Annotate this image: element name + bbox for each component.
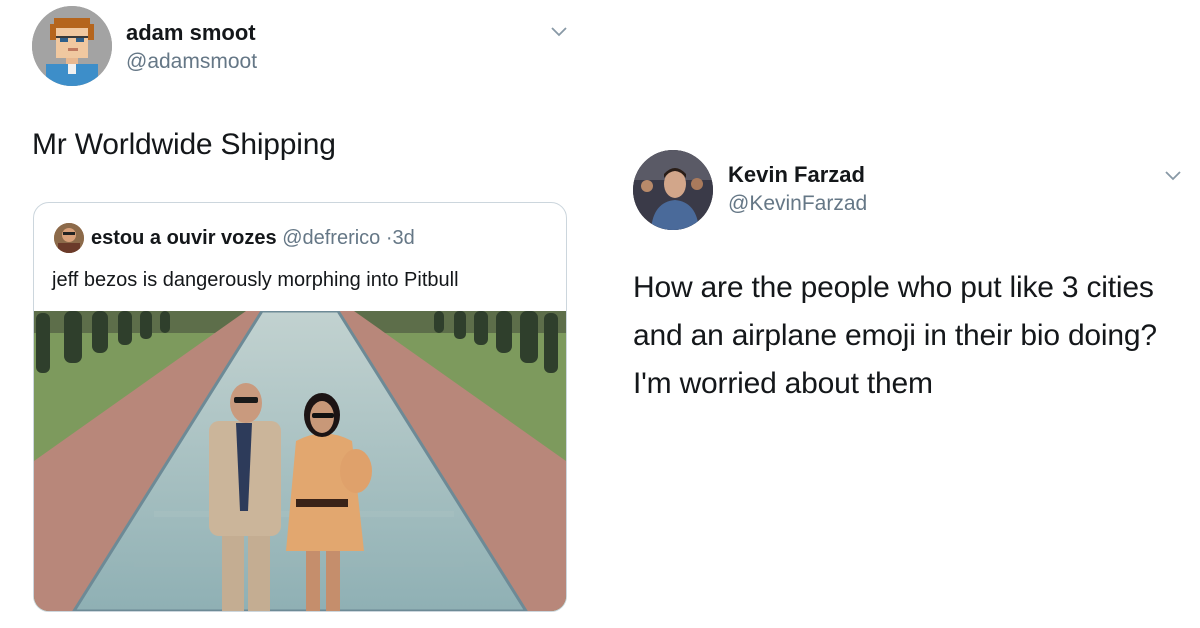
- tweet-text: How are the people who put like 3 cities…: [633, 271, 1157, 400]
- profile-photo-image: [633, 150, 713, 230]
- tweet-text: Mr Worldwide Shipping: [32, 128, 336, 161]
- quoted-tweet-text: jeff bezos is dangerously morphing into …: [52, 269, 459, 291]
- time-separator: ·: [385, 227, 393, 249]
- tweet-screenshot-canvas: adam smoot @adamsmoot Mr Worldwide Shipp…: [0, 0, 1200, 628]
- quoted-tweet-photo[interactable]: [34, 311, 566, 611]
- quoted-tweet[interactable]: estou a ouvir vozes @defrerico ·3d jeff …: [33, 202, 567, 612]
- author-handle[interactable]: @KevinFarzad: [728, 192, 867, 216]
- chevron-down-icon[interactable]: [548, 20, 570, 42]
- author-name[interactable]: Kevin Farzad: [728, 162, 865, 188]
- avatar[interactable]: [32, 6, 112, 86]
- quoted-author-name[interactable]: estou a ouvir vozes: [91, 227, 277, 249]
- quoted-tweet-time[interactable]: 3d: [393, 227, 415, 249]
- tweet-kevinfarzad: Kevin Farzad @KevinFarzad How are the pe…: [600, 0, 1200, 628]
- author-handle[interactable]: @adamsmoot: [126, 50, 257, 74]
- author-name[interactable]: adam smoot: [126, 20, 256, 46]
- tweet-adamsmoot: adam smoot @adamsmoot Mr Worldwide Shipp…: [0, 0, 600, 628]
- quoted-tweet-header: estou a ouvir vozes @defrerico ·3d: [91, 227, 415, 250]
- avatar[interactable]: [54, 223, 84, 253]
- quoted-author-handle[interactable]: @defrerico: [282, 227, 380, 249]
- pixel-avatar-image: [32, 6, 112, 86]
- avatar[interactable]: [633, 150, 713, 230]
- chevron-down-icon[interactable]: [1162, 164, 1184, 186]
